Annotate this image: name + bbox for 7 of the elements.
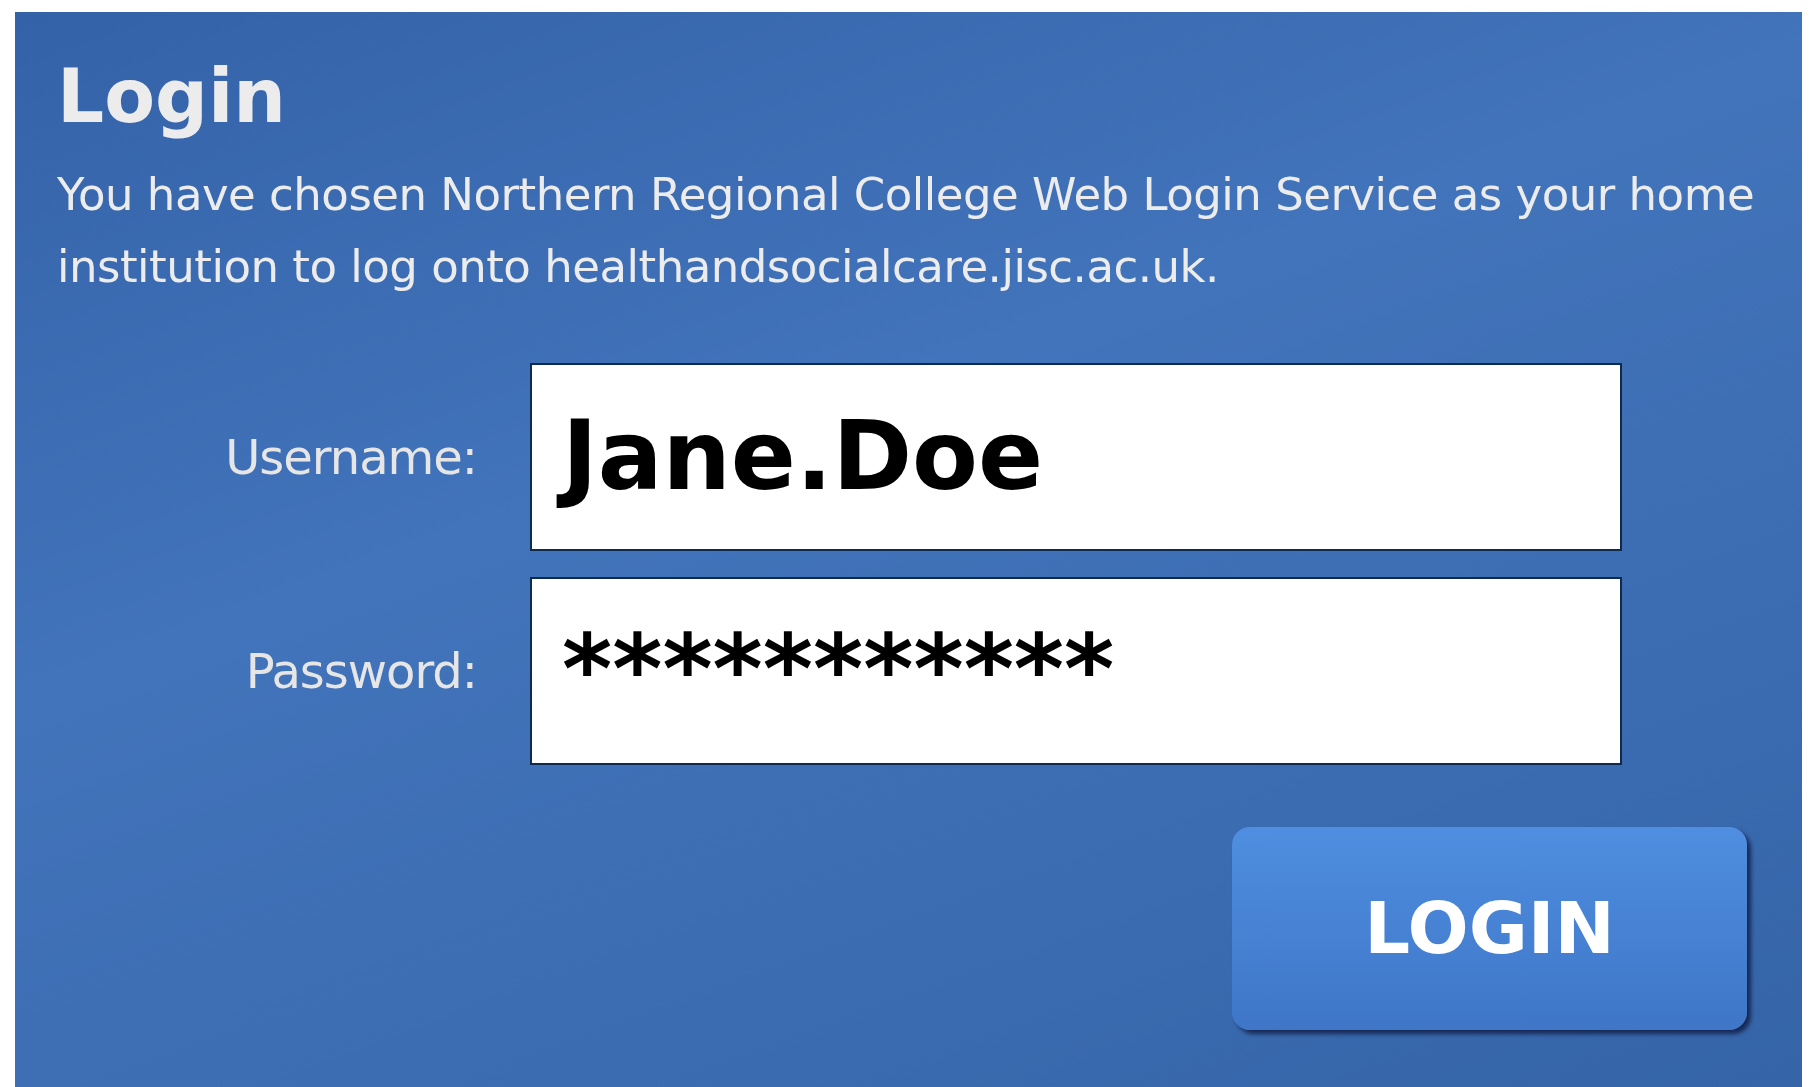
login-button[interactable]: LOGIN: [1232, 826, 1747, 1030]
field-label: Username:: [224, 428, 477, 485]
input-field[interactable]: ***********: [530, 576, 1622, 765]
field-label: Password:: [244, 642, 477, 699]
description-text: You have chosen Northern Regional College Web Login Service as your home institution to log onto healthandsocialcare.jisc.ac.uk.: [57, 166, 1756, 295]
page-title: Login: [57, 52, 287, 141]
input-field[interactable]: Jane.Doe: [530, 362, 1622, 551]
